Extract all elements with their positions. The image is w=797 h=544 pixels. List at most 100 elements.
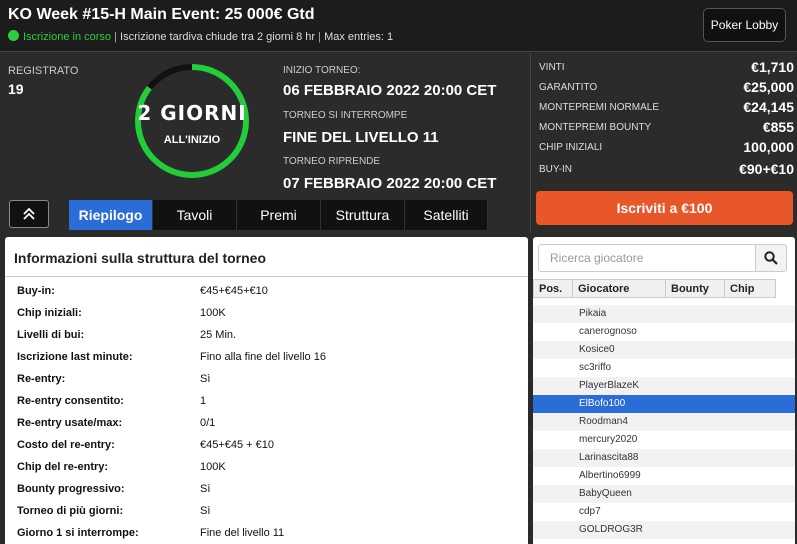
info-value: Fino alla fine del livello 16 (200, 351, 326, 363)
info-key: Iscrizione last minute: (17, 351, 133, 363)
info-title: Informazioni sulla struttura del torneo (14, 250, 267, 266)
player-name: GOLDROG3R (579, 524, 643, 535)
info-key: Giorno 1 si interrompe: (17, 527, 139, 539)
column-header-player[interactable]: Giocatore (573, 279, 666, 298)
player-row[interactable]: mercury2020 (533, 431, 795, 449)
column-header-bounty[interactable]: Bounty (666, 279, 725, 298)
tab-struttura[interactable]: Struttura (321, 200, 405, 230)
poker-lobby-button[interactable]: Poker Lobby (703, 8, 786, 42)
info-value: €45+€45 + €10 (200, 439, 275, 451)
info-value: €45+€45+€10 (200, 285, 268, 297)
info-row: Buy-in: €45+€45+€10 (17, 281, 517, 303)
info-value: 1 (200, 395, 207, 407)
info-row: Bounty progressivo: Sì (17, 479, 517, 501)
player-name: Pikaia (579, 308, 607, 319)
prize-panel: VINTI €1,710 GARANTITO €25,000 MONTEPREMI … (530, 53, 797, 233)
tab-satelliti[interactable]: Satelliti (405, 200, 488, 230)
info-value: 0/1 (200, 417, 216, 429)
player-name: PlayerBlazeK (579, 380, 640, 391)
info-row: Iscrizione last minute: Fino alla fine de… (17, 347, 517, 369)
search-icon (764, 251, 778, 265)
player-name: Kosice0 (579, 344, 615, 355)
prize-row: MONTEPREMI BOUNTY €855 (539, 119, 794, 135)
info-value: 100K (200, 307, 226, 319)
join-button[interactable]: Iscriviti a €100 (536, 191, 793, 225)
countdown-sub: ALL'INIZIO (163, 134, 221, 146)
tournament-title: KO Week #15-H Main Event: 25 000€ Gtd (8, 6, 315, 23)
info-key: Re-entry consentito: (17, 395, 124, 407)
prize-row: GARANTITO €25,000 (539, 79, 794, 95)
info-value: Sì (200, 505, 211, 517)
info-row: Giorno 1 si interrompe: Fine del livello … (17, 523, 517, 544)
info-key: Costo del re-entry: (17, 439, 115, 451)
registered-label: REGISTRATO (8, 65, 79, 77)
resume-value: 07 FEBBRAIO 2022 20:00 CET (283, 175, 497, 192)
info-key: Chip iniziali: (17, 307, 82, 319)
info-row: Re-entry: Sì (17, 369, 517, 391)
player-row[interactable]: ElBofo100 (533, 395, 795, 413)
countdown-main: 2 GIORNI (137, 101, 247, 125)
status-dot-icon (8, 30, 19, 41)
double-chevron-up-icon (23, 207, 35, 220)
prize-row: CHIP INIZIALI 100,000 (539, 139, 794, 155)
player-name: BabyQueen (579, 488, 632, 499)
player-row[interactable]: canerognoso (533, 323, 795, 341)
info-row: Chip del re-entry: 100K (17, 457, 517, 479)
info-key: Chip del re-entry: (17, 461, 109, 473)
info-row: Re-entry consentito: 1 (17, 391, 517, 413)
player-row[interactable]: Larinascita88 (533, 449, 795, 467)
player-row[interactable]: Kosice0 (533, 341, 795, 359)
tab-tavoli[interactable]: Tavoli (153, 200, 237, 230)
player-row[interactable]: BabyQueen (533, 485, 795, 503)
max-entries-text: Max entries: 1 (324, 31, 394, 43)
info-header: Informazioni sulla struttura del torneo (5, 237, 528, 277)
player-row[interactable]: Fabolos078 (533, 298, 795, 305)
info-row: Livelli di bui: 25 Min. (17, 325, 517, 347)
resume-label: TORNEO RIPRENDE (283, 156, 381, 167)
player-search-input[interactable] (538, 244, 756, 272)
player-row[interactable]: PlayerBlazeK (533, 377, 795, 395)
prize-row: VINTI €1,710 (539, 59, 794, 75)
player-name: ElBofo100 (579, 398, 626, 409)
info-value: 100K (200, 461, 226, 473)
info-key: Re-entry usate/max: (17, 417, 123, 429)
player-name: sc3riffo (579, 362, 612, 373)
info-value: Sì (200, 373, 211, 385)
player-row[interactable]: cdp7 (533, 503, 795, 521)
prize-row: MONTEPREMI NORMALE €24,145 (539, 99, 794, 115)
info-key: Bounty progressivo: (17, 483, 125, 495)
info-key: Buy-in: (17, 285, 55, 297)
players-panel: Pos. Giocatore Bounty Chip Fabolos078 Pik… (533, 237, 795, 544)
info-value: 25 Min. (200, 329, 237, 341)
player-row[interactable]: Albertino6999 (533, 467, 795, 485)
info-row: Chip iniziali: 100K (17, 303, 517, 325)
late-reg-text: Iscrizione tardiva chiude tra 2 giorni 8… (120, 31, 316, 43)
pause-value: FINE DEL LIVELLO 11 (283, 129, 439, 146)
status-line: Iscrizione in corso | Iscrizione tardiva… (8, 30, 393, 43)
collapse-button[interactable] (9, 200, 49, 228)
player-name: cdp7 (579, 506, 601, 517)
header: KO Week #15-H Main Event: 25 000€ Gtd Is… (0, 0, 797, 52)
info-key: Re-entry: (17, 373, 66, 385)
prize-row: BUY-IN €90+€10 (539, 161, 794, 177)
player-name: mercury2020 (579, 434, 638, 445)
player-list[interactable]: Fabolos078 Pikaia canerognoso Kosice0 sc3rif… (533, 298, 795, 544)
start-value: 06 FEBBRAIO 2022 20:00 CET (283, 82, 497, 99)
info-value: Fine del livello 11 (200, 527, 285, 539)
column-header-pos[interactable]: Pos. (533, 279, 573, 298)
info-row: Costo del re-entry: €45+€45 + €10 (17, 435, 517, 457)
player-row[interactable]: sc3riffo (533, 359, 795, 377)
start-label: INIZIO TORNEO: (283, 65, 361, 76)
player-row[interactable]: Roodman4 (533, 413, 795, 431)
tab-riepilogo[interactable]: Riepilogo (69, 200, 153, 230)
tab-premi[interactable]: Premi (237, 200, 321, 230)
player-row[interactable]: Pikaia (533, 305, 795, 323)
player-name: Larinascita88 (579, 452, 639, 463)
tab-bar: Riepilogo Tavoli Premi Struttura Satelli… (69, 200, 488, 230)
player-name: canerognoso (579, 326, 637, 337)
info-row: Re-entry usate/max: 0/1 (17, 413, 517, 435)
search-button[interactable] (755, 244, 787, 272)
player-row[interactable]: GOLDROG3R (533, 521, 795, 539)
status-text: Iscrizione in corso (23, 31, 112, 43)
column-header-chip[interactable]: Chip (725, 279, 776, 298)
